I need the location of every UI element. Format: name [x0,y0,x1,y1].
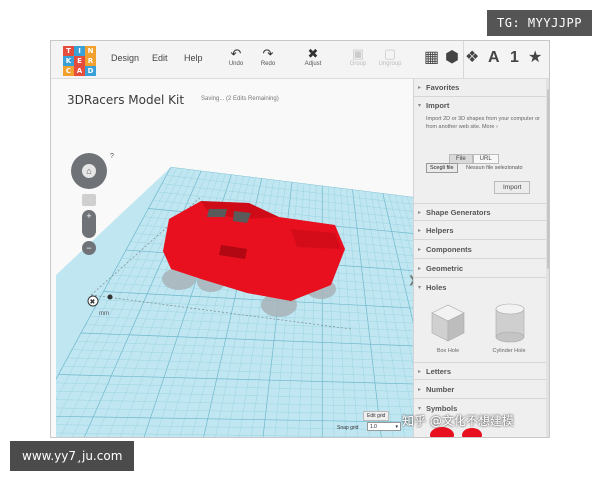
section-geometric[interactable]: ▸ Geometric [414,260,546,278]
car-window [207,209,227,217]
chevron-right-icon: ▸ [418,247,422,253]
grid-view-icon[interactable]: ▦ [424,49,439,67]
workplane-grid[interactable]: ✖ mm [51,79,413,438]
section-number[interactable]: ▸ Number [414,381,546,399]
section-helpers[interactable]: ▸ Helpers [414,222,546,240]
section-import[interactable]: ▾ Import [414,97,546,115]
redo-label: Redo [260,61,276,67]
star-icon[interactable]: ★ [528,49,542,67]
import-button[interactable]: Import [494,181,531,194]
ruler-handle[interactable] [107,294,113,300]
workplane-area[interactable]: ✖ mm 3DRacers Model Kit Saving... (2 Edi… [51,79,416,438]
menu-edit[interactable]: Edit [152,53,168,63]
section-favorites[interactable]: ▸ Favorites [414,79,546,97]
section-geometric-label: Geometric [426,264,464,273]
group-button[interactable]: ▣ Group [343,46,373,67]
help-icon[interactable]: ? [110,153,114,160]
section-letters[interactable]: ▸ Letters [414,362,546,380]
group-icon: ▣ [351,46,365,61]
zoom-out-button[interactable]: − [82,241,96,255]
chevron-right-icon: ▸ [418,266,422,272]
redo-button[interactable]: ↷ Redo [253,46,283,67]
section-helpers-label: Helpers [426,226,454,235]
ungroup-button[interactable]: ▢ Ungroup [375,46,405,67]
project-title[interactable]: 3DRacers Model Kit [67,93,184,107]
home-icon[interactable]: ⌂ [82,164,96,178]
cube-view-icon[interactable]: ⬢ [445,49,459,67]
saving-status: Saving... (2 Edits Remaining) [201,96,279,102]
section-components[interactable]: ▸ Components [414,241,546,259]
tinkercad-logo[interactable]: T I N K E R C A D [63,46,96,76]
snap-grid-label: Snap grid [337,425,359,431]
numbers-view-button[interactable]: 1 [510,49,519,67]
section-import-label: Import [426,101,450,110]
tab-url[interactable]: URL [472,154,499,164]
ruler-unit: mm [99,311,109,317]
logo-letter: K [63,56,74,66]
top-toolbar: T I N K E R C A D Design Edit Help ↶ Und… [51,41,549,79]
origin-cross-icon: ✖ [90,299,96,306]
redo-icon: ↷ [262,46,274,61]
chevron-right-icon: ▸ [418,369,422,375]
section-favorites-label: Favorites [426,83,460,92]
cylinder-hole-label: Cylinder Hole [492,348,526,354]
ungroup-icon: ▢ [383,46,397,61]
edit-grid-button[interactable]: Edit grid [363,411,390,421]
undo-icon: ↶ [230,46,242,61]
panel-scrollbar-thumb[interactable] [547,89,549,269]
logo-letter: N [85,46,96,56]
chevron-down-icon: ▾ [395,424,398,430]
menu-help[interactable]: Help [184,53,203,63]
logo-letter: C [63,66,74,76]
logo-letter: R [85,56,96,66]
undo-label: Undo [228,61,244,67]
no-file-text: Nessun file selezionato [466,165,523,171]
bricks-view-icon[interactable]: ❖ [465,49,479,67]
section-shape-generators[interactable]: ▸ Shape Generators [414,203,546,221]
chevron-right-icon: ▸ [418,387,422,393]
box-hole-shape[interactable] [426,301,470,345]
box-hole-label: Box Hole [436,348,460,354]
menu-design[interactable]: Design [111,53,139,63]
group-label: Group [349,61,367,67]
logo-letter: A [74,66,85,76]
snap-grid-value: 1.0 [370,424,377,430]
adjust-label: Adjust [304,61,322,67]
section-letters-label: Letters [426,367,452,376]
letters-view-button[interactable]: A [488,49,500,67]
logo-letter: D [85,66,96,76]
undo-button[interactable]: ↶ Undo [221,46,251,67]
chevron-down-icon: ▾ [418,285,422,291]
shapes-panel: ▸ Favorites ▾ Import Import 2D or 3D sha… [413,79,549,437]
tinkercad-window: T I N K E R C A D Design Edit Help ↶ Und… [50,40,550,438]
watermark-bottom: www.yy7¸ju.com [10,441,135,471]
zoom-in-button[interactable]: + [82,210,96,238]
import-description: Import 2D or 3D shapes from your compute… [426,116,541,130]
watermark-top: TG: MYYJJPP [487,10,592,36]
section-shape-generators-label: Shape Generators [426,208,491,217]
section-holes-label: Holes [426,283,447,292]
view-cube-icon[interactable] [82,194,96,206]
adjust-icon: ✖ [307,46,319,61]
adjust-button[interactable]: ✖ Adjust [298,46,328,67]
logo-letter: E [74,56,85,66]
chevron-down-icon: ▾ [418,103,422,109]
toolbar-divider [463,41,464,79]
cylinder-hole-shape[interactable] [490,301,530,345]
chevron-right-icon: ▸ [418,228,422,234]
watermark-zhihu: 知乎 @文化不想建模 [402,414,514,428]
logo-letter: I [74,46,85,56]
chevron-right-icon: ▸ [418,85,422,91]
section-number-label: Number [426,385,455,394]
snap-grid-select[interactable]: 1.0 ▾ [367,422,401,431]
chevron-right-icon: ▸ [418,210,422,216]
ungroup-label: Ungroup [378,61,402,67]
section-holes[interactable]: ▾ Holes [414,279,546,297]
choose-file-button[interactable]: Scegli file [426,163,458,173]
screenshot: T I N K E R C A D Design Edit Help ↶ Und… [0,0,600,480]
logo-letter: T [63,46,74,56]
section-components-label: Components [426,245,472,254]
